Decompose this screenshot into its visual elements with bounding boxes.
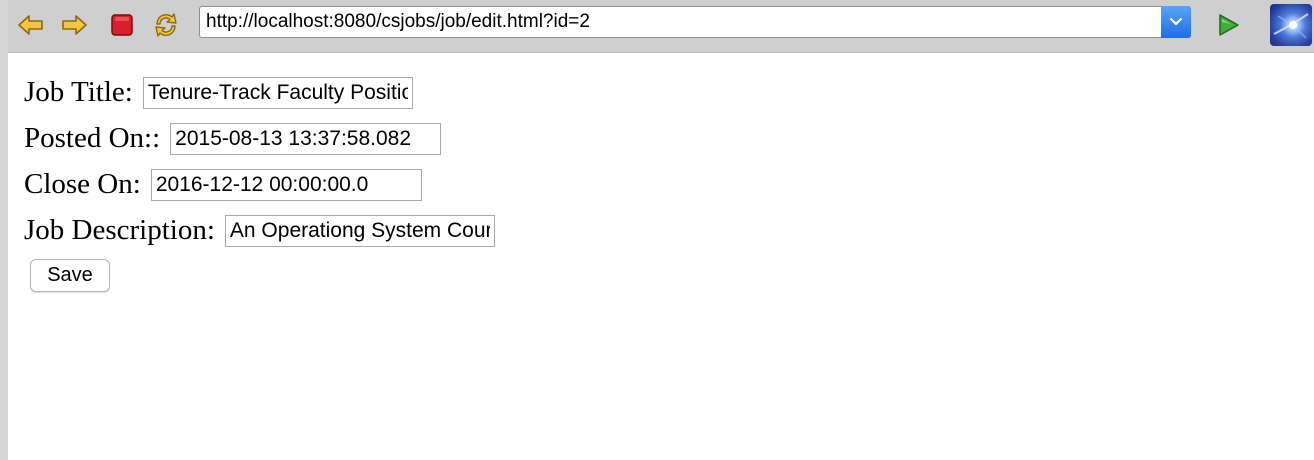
posted-on-input[interactable]: [170, 122, 442, 155]
stop-icon: [111, 14, 133, 36]
job-description-input[interactable]: [224, 214, 495, 247]
url-input[interactable]: [206, 9, 1156, 35]
forward-arrow-icon: [62, 15, 87, 35]
job-title-input[interactable]: [142, 76, 413, 109]
forward-button[interactable]: [59, 10, 89, 40]
job-title-row: Job Title:: [24, 76, 413, 109]
extension-icon[interactable]: [1270, 4, 1312, 46]
browser-toolbar: [8, 0, 1314, 53]
window-left-edge: [0, 0, 8, 460]
save-button[interactable]: Save: [30, 259, 110, 292]
back-button[interactable]: [16, 10, 46, 40]
reload-icon: [155, 13, 177, 37]
chevron-down-icon: [1169, 17, 1183, 26]
go-button[interactable]: [1213, 10, 1243, 40]
close-on-input[interactable]: [150, 168, 422, 201]
close-on-row: Close On:: [24, 168, 422, 201]
address-bar[interactable]: [199, 6, 1191, 38]
url-dropdown-button[interactable]: [1161, 6, 1191, 38]
job-title-label: Job Title:: [24, 76, 133, 108]
sparkle-icon: [1273, 13, 1309, 39]
posted-on-row: Posted On::: [24, 122, 442, 155]
job-description-label: Job Description:: [24, 214, 215, 246]
reload-button[interactable]: [151, 10, 181, 40]
posted-on-label: Posted On::: [24, 122, 161, 154]
go-play-icon: [1219, 14, 1239, 36]
job-description-row: Job Description:: [24, 214, 495, 247]
close-on-label: Close On:: [24, 168, 141, 200]
back-arrow-icon: [18, 15, 43, 35]
stop-button[interactable]: [107, 10, 137, 40]
